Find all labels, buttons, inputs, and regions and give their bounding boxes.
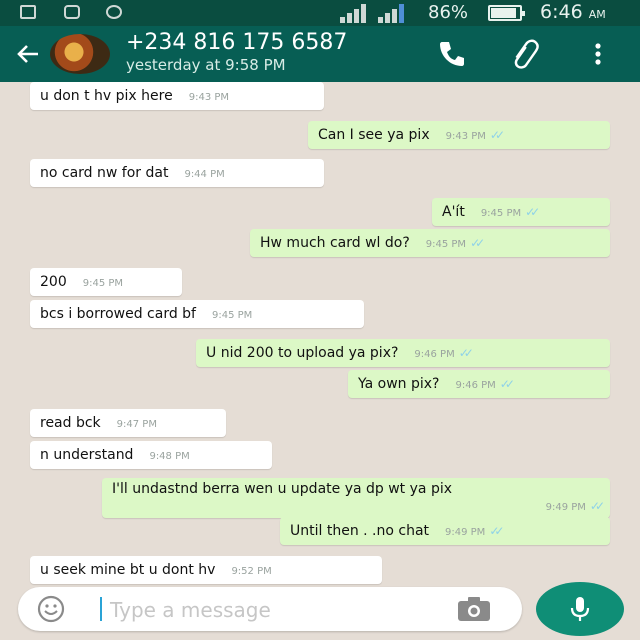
text-cursor xyxy=(100,597,102,621)
message-time: 9:47 PM xyxy=(116,419,157,430)
message-time: 9:43 PM xyxy=(188,92,230,103)
read-ticks-icon: ✓✓ xyxy=(499,377,515,391)
message-text: no card nw for dat xyxy=(40,165,169,181)
mic-icon xyxy=(570,597,590,621)
message-time: 9:46 PM xyxy=(455,380,496,391)
message-bubble-outgoing[interactable]: Can I see ya pix 9:43 PM ✓✓ xyxy=(308,121,610,149)
message-text: Until then . .no chat xyxy=(290,523,430,539)
read-ticks-icon: ✓✓ xyxy=(489,128,505,142)
message-bubble-outgoing[interactable]: Until then . .no chat 9:49 PM ✓✓ xyxy=(280,517,610,545)
clock: 6:46 AM xyxy=(540,1,606,23)
screenshot-notification-icon xyxy=(20,5,36,19)
attachment-icon[interactable] xyxy=(510,38,542,70)
message-bubble-outgoing[interactable]: I'll undastnd berra wen u update ya dp w… xyxy=(102,478,610,518)
more-vert-icon[interactable] xyxy=(588,38,608,70)
message-bubble-outgoing[interactable]: U nid 200 to upload ya pix? 9:46 PM ✓✓ xyxy=(196,339,610,367)
message-time: 9:44 PM xyxy=(184,169,225,180)
message-bubble-outgoing[interactable]: Hw much card wl do? 9:45 PM ✓✓ xyxy=(250,229,610,257)
message-text: n understand xyxy=(40,447,134,463)
read-ticks-icon: ✓✓ xyxy=(525,205,540,219)
message-time: 9:45 PM xyxy=(480,208,522,219)
read-ticks-icon: ✓✓ xyxy=(458,346,474,360)
message-bubble-incoming[interactable]: 200 9:45 PM xyxy=(30,268,182,296)
message-bubble-incoming[interactable]: u seek mine bt u dont hv 9:52 PM xyxy=(30,556,382,584)
read-ticks-icon: ✓✓ xyxy=(589,499,605,513)
message-time: 9:45 PM xyxy=(211,310,253,321)
message-text: Hw much card wl do? xyxy=(260,235,410,251)
message-composer: Type a message xyxy=(18,587,522,631)
read-ticks-icon: ✓✓ xyxy=(470,236,485,250)
voice-record-button[interactable] xyxy=(536,582,624,636)
message-text: read bck xyxy=(40,415,101,431)
battery-icon xyxy=(488,5,525,21)
message-text: I'll undastnd berra wen u update ya dp w… xyxy=(112,481,452,497)
message-bubble-outgoing[interactable]: A'ít 9:45 PM ✓✓ xyxy=(432,198,610,226)
chat-header: +234 816 175 6587 yesterday at 9:58 PM xyxy=(0,26,640,82)
last-seen-status: yesterday at 9:58 PM xyxy=(126,56,286,74)
message-bubble-incoming[interactable]: n understand 9:48 PM xyxy=(30,441,272,469)
message-text: 200 xyxy=(40,274,67,290)
message-time: 9:48 PM xyxy=(149,451,190,462)
contact-name[interactable]: +234 816 175 6587 xyxy=(126,30,347,55)
status-bar: 86% 6:46 AM xyxy=(0,0,640,26)
contact-avatar[interactable] xyxy=(50,34,110,74)
message-text: A'ít xyxy=(442,204,465,220)
message-text: Can I see ya pix xyxy=(318,127,430,143)
message-time: 9:46 PM xyxy=(414,349,455,360)
battery-percent: 86% xyxy=(428,2,469,23)
back-arrow-icon[interactable] xyxy=(10,36,46,72)
message-time: 9:49 PM xyxy=(445,527,486,538)
read-ticks-icon: ✓✓ xyxy=(489,524,504,538)
message-notification-icon xyxy=(64,5,80,19)
app-notification-icon xyxy=(106,5,122,19)
message-bubble-outgoing[interactable]: Ya own pix? 9:46 PM ✓✓ xyxy=(348,370,610,398)
message-time: 9:49 PM xyxy=(545,502,586,513)
message-bubble-incoming[interactable]: read bck 9:47 PM xyxy=(30,409,226,437)
message-time: 9:45 PM xyxy=(425,239,467,250)
message-bubble-incoming[interactable]: no card nw for dat 9:44 PM xyxy=(30,159,324,187)
message-text: u don t hv pix here xyxy=(40,88,173,104)
message-time: 9:43 PM xyxy=(445,131,486,142)
message-input[interactable]: Type a message xyxy=(110,598,271,622)
message-text: U nid 200 to upload ya pix? xyxy=(206,345,399,361)
emoji-icon[interactable] xyxy=(36,594,66,624)
message-bubble-incoming[interactable]: u don t hv pix here 9:43 PM xyxy=(30,82,324,110)
camera-icon[interactable] xyxy=(456,595,492,623)
message-text: u seek mine bt u dont hv xyxy=(40,562,216,578)
signal-2-icon xyxy=(378,3,408,23)
message-text: bcs i borrowed card bf xyxy=(40,306,196,322)
message-time: 9:45 PM xyxy=(82,278,124,289)
message-time: 9:52 PM xyxy=(231,566,272,577)
signal-icon xyxy=(340,3,370,23)
phone-icon[interactable] xyxy=(436,38,468,70)
message-bubble-incoming[interactable]: bcs i borrowed card bf 9:45 PM xyxy=(30,300,364,328)
message-text: Ya own pix? xyxy=(358,376,440,392)
